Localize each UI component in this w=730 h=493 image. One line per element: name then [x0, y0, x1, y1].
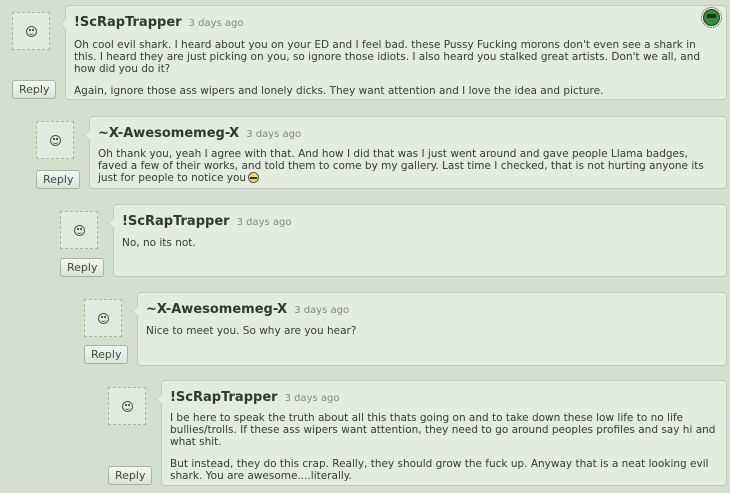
- comment-box: !ScRapTrapper 3 days ago Oh cool evil sha…: [60, 5, 727, 100]
- llama-badge-icon[interactable]: [701, 7, 722, 28]
- comment-header: ~X-Awesomemeg-X 3 days ago: [146, 298, 349, 317]
- reply-button[interactable]: Reply: [84, 345, 129, 364]
- avatar[interactable]: [60, 211, 98, 249]
- comment-body: No, no its not.: [122, 237, 718, 259]
- username-link[interactable]: !ScRapTrapper: [122, 214, 230, 229]
- comment-box: ~X-Awesomemeg-X 3 days ago Oh thank you, …: [84, 116, 727, 189]
- comment-header: !ScRapTrapper 3 days ago: [122, 210, 291, 229]
- comment-box: !ScRapTrapper 3 days ago I be here to spe…: [156, 380, 727, 486]
- timestamp: 3 days ago: [246, 129, 302, 140]
- username-link[interactable]: ~X-Awesomemeg-X: [98, 126, 239, 141]
- comment-body: Oh cool evil shark. I heard about you on…: [74, 39, 718, 107]
- comment-body: I be here to speak the truth about all t…: [170, 412, 718, 492]
- comment-body: Oh thank you, yeah I agree with that. An…: [98, 148, 718, 194]
- comment-header: !ScRapTrapper 3 days ago: [170, 386, 339, 405]
- username-link[interactable]: !ScRapTrapper: [170, 390, 278, 405]
- username-link[interactable]: !ScRapTrapper: [74, 15, 182, 30]
- smiley-face-icon: [122, 401, 133, 412]
- reply-button[interactable]: Reply: [36, 170, 81, 189]
- smiley-face-icon: [98, 313, 109, 324]
- smiley-face-icon: [50, 135, 61, 146]
- comment-header: !ScRapTrapper 3 days ago: [74, 11, 243, 30]
- smiley-face-icon: [26, 26, 37, 37]
- timestamp: 3 days ago: [188, 18, 244, 29]
- comment-paragraph: Oh thank you, yeah I agree with that. An…: [98, 148, 718, 184]
- avatar[interactable]: [108, 387, 146, 425]
- timestamp: 3 days ago: [236, 217, 292, 228]
- reply-button[interactable]: Reply: [60, 258, 105, 277]
- comment-paragraph: No, no its not.: [122, 237, 196, 249]
- reply-button[interactable]: Reply: [12, 80, 57, 99]
- reply-button[interactable]: Reply: [108, 466, 153, 485]
- avatar[interactable]: [36, 121, 74, 159]
- comment-paragraph: Oh cool evil shark. I heard about you on…: [74, 39, 701, 75]
- comment-box: ~X-Awesomemeg-X 3 days ago Nice to meet y…: [132, 292, 727, 366]
- smiley-face-icon: [74, 225, 85, 236]
- grin-emoticon-icon: [248, 172, 260, 183]
- avatar[interactable]: [84, 299, 122, 337]
- comment-paragraph: But instead, they do this crap. Really, …: [170, 458, 709, 482]
- comment-paragraph: I be here to speak the truth about all t…: [170, 412, 716, 448]
- timestamp: 3 days ago: [294, 305, 350, 316]
- timestamp: 3 days ago: [284, 393, 340, 404]
- comment-paragraph: Again, ignore those ass wipers and lonel…: [74, 85, 604, 97]
- comment-paragraph-text: Oh thank you, yeah I agree with that. An…: [98, 148, 704, 184]
- comment-header: ~X-Awesomemeg-X 3 days ago: [98, 122, 301, 141]
- username-link[interactable]: ~X-Awesomemeg-X: [146, 302, 287, 317]
- comment-body: Nice to meet you. So why are you hear?: [146, 325, 718, 347]
- comment-box: !ScRapTrapper 3 days ago No, no its not.: [108, 204, 727, 277]
- avatar[interactable]: [12, 12, 50, 50]
- comment-paragraph: Nice to meet you. So why are you hear?: [146, 325, 357, 337]
